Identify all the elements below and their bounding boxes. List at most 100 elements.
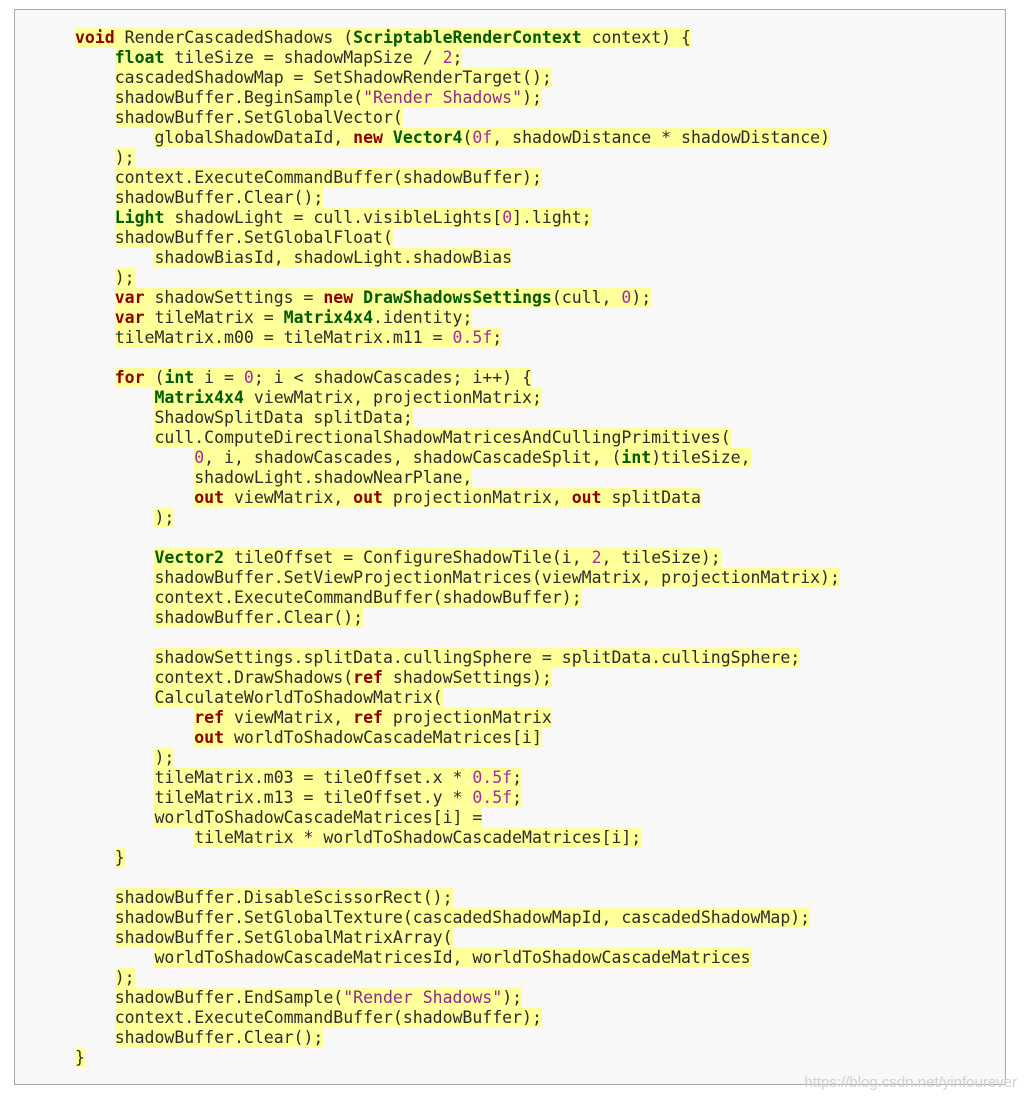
code-token: 0.5f: [472, 788, 513, 807]
code-token: }: [114, 848, 125, 867]
code-token: cascadedShadowMap = SetShadowRenderTarge…: [114, 68, 552, 87]
code-token: context.ExecuteCommandBuffer(shadowBuffe…: [114, 168, 542, 187]
code-token: shadowSettings =: [144, 288, 324, 307]
code-line: tileMatrix.m00 = tileMatrix.m11 = 0.5f;: [75, 328, 840, 348]
code-line: CalculateWorldToShadowMatrix(: [75, 688, 840, 708]
code-token: shadowBuffer.DisableScissorRect();: [114, 888, 453, 907]
code-token: shadowBuffer.Clear();: [114, 188, 324, 207]
code-line: shadowBuffer.Clear();: [75, 608, 840, 628]
code-token: ].light;: [512, 208, 592, 227]
code-token: 0: [621, 288, 632, 307]
code-token: out: [194, 488, 225, 507]
code-line: shadowBiasId, shadowLight.shadowBias: [75, 248, 840, 268]
code-token: context.ExecuteCommandBuffer(shadowBuffe…: [154, 588, 582, 607]
code-token: int: [164, 368, 195, 387]
code-token: out: [353, 488, 383, 507]
code-line: float tileSize = shadowMapSize / 2;: [75, 48, 840, 68]
code-token: 2: [442, 48, 453, 67]
code-line: ShadowSplitData splitData;: [75, 408, 840, 428]
code-token: tileMatrix =: [144, 308, 284, 327]
code-token: CalculateWorldToShadowMatrix(: [154, 688, 443, 707]
code-token: out: [571, 488, 602, 507]
code-token: );: [154, 748, 175, 767]
code-token: shadowBuffer.Clear();: [114, 1028, 324, 1047]
code-token: );: [114, 968, 135, 987]
code-token: Light: [114, 208, 165, 227]
code-token: 0.5f: [472, 768, 513, 787]
code-token: shadowSettings.splitData.cullingSphere =…: [154, 648, 801, 667]
code-token: Matrix4x4: [154, 388, 244, 407]
code-token: viewMatrix,: [224, 488, 354, 507]
code-line: shadowBuffer.SetGlobalFloat(: [75, 228, 840, 248]
code-token: i =: [194, 368, 244, 387]
code-token: cull.ComputeDirectionalShadowMatricesAnd…: [154, 428, 731, 447]
code-token: tileMatrix * worldToShadowCascadeMatrice…: [194, 828, 642, 847]
code-token: );: [154, 508, 175, 527]
code-token: context.ExecuteCommandBuffer(shadowBuffe…: [114, 1008, 542, 1027]
code-line: shadowBuffer.SetGlobalTexture(cascadedSh…: [75, 908, 840, 928]
code-token: , tileSize);: [601, 548, 721, 567]
code-token: shadowLight = cull.visibleLights[: [164, 208, 503, 227]
code-token: 0: [502, 208, 513, 227]
code-token: shadowBuffer.Clear();: [154, 608, 364, 627]
code-listing: void RenderCascadedShadows (ScriptableRe…: [75, 28, 840, 1068]
code-line: worldToShadowCascadeMatricesId, worldToS…: [75, 948, 840, 968]
code-token: int: [621, 448, 652, 467]
code-line: shadowBuffer.Clear();: [75, 188, 840, 208]
code-token: projectionMatrix,: [382, 488, 572, 507]
code-token: tileSize = shadowMapSize /: [164, 48, 443, 67]
code-line: out viewMatrix, out projectionMatrix, ou…: [75, 488, 840, 508]
code-line: shadowBuffer.SetGlobalMatrixArray(: [75, 928, 840, 948]
code-token: var: [114, 288, 145, 307]
code-line: context.ExecuteCommandBuffer(shadowBuffe…: [75, 588, 840, 608]
code-token: shadowBuffer.BeginSample(: [114, 88, 364, 107]
code-token: shadowBuffer.SetViewProjectionMatrices(v…: [154, 568, 840, 587]
code-token: shadowBuffer.EndSample(: [114, 988, 344, 1007]
code-token: 0: [243, 368, 254, 387]
code-token: out: [194, 728, 225, 747]
watermark: https://blog.csdn.net/yinfourever: [804, 1074, 1017, 1091]
code-line: shadowSettings.splitData.cullingSphere =…: [75, 648, 840, 668]
code-token: float: [114, 48, 165, 67]
code-line: out worldToShadowCascadeMatrices[i]: [75, 728, 840, 748]
code-token: shadowBiasId, shadowLight.shadowBias: [154, 248, 513, 267]
code-token: new: [353, 128, 383, 147]
code-line: );: [75, 748, 840, 768]
code-token: ;: [512, 768, 523, 787]
code-line: context.ExecuteCommandBuffer(shadowBuffe…: [75, 1008, 840, 1028]
code-token: new: [323, 288, 354, 307]
code-token: shadowBuffer.SetGlobalMatrixArray(: [114, 928, 453, 947]
code-token: RenderCascadedShadows (: [114, 28, 354, 47]
code-line: );: [75, 508, 840, 528]
code-line: tileMatrix.m13 = tileOffset.y * 0.5f;: [75, 788, 840, 808]
code-token: DrawShadowsSettings: [363, 288, 552, 307]
code-token: );: [114, 148, 135, 167]
code-token: shadowSettings);: [382, 668, 552, 687]
code-line: );: [75, 968, 840, 988]
code-line: cascadedShadowMap = SetShadowRenderTarge…: [75, 68, 840, 88]
code-line: ref viewMatrix, ref projectionMatrix: [75, 708, 840, 728]
code-token: var: [114, 308, 145, 327]
code-token: )tileSize,: [651, 448, 751, 467]
code-line: shadowBuffer.SetGlobalVector(: [75, 108, 840, 128]
code-token: 0.5f: [452, 328, 493, 347]
code-token: ShadowSplitData splitData;: [154, 408, 413, 427]
code-token: , i, shadowCascades, shadowCascadeSplit,…: [204, 448, 622, 467]
code-token: Matrix4x4: [283, 308, 374, 327]
code-line: shadowBuffer.SetViewProjectionMatrices(v…: [75, 568, 840, 588]
code-line: 0, i, shadowCascades, shadowCascadeSplit…: [75, 448, 840, 468]
code-token: context.DrawShadows(: [154, 668, 354, 687]
code-token: shadowLight.shadowNearPlane,: [194, 468, 473, 487]
code-token: tileOffset = ConfigureShadowTile(i,: [224, 548, 592, 567]
code-line: var shadowSettings = new DrawShadowsSett…: [75, 288, 840, 308]
code-token: ScriptableRenderContext: [353, 28, 582, 47]
code-token: (: [144, 368, 165, 387]
code-token: }: [75, 1048, 85, 1067]
code-token: 0f: [472, 128, 493, 147]
code-line: Vector2 tileOffset = ConfigureShadowTile…: [75, 548, 840, 568]
